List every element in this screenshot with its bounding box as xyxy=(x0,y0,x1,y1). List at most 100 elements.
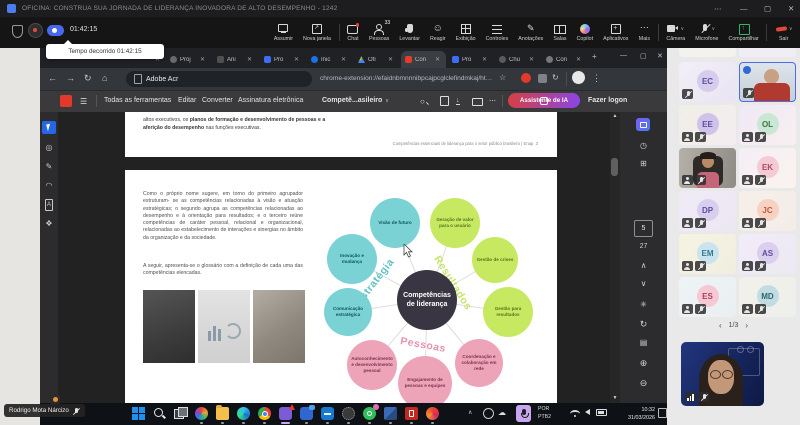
pdf-scrollbar[interactable] xyxy=(610,112,620,403)
participant-tile[interactable]: JC xyxy=(739,191,796,231)
notification-center-icon[interactable] xyxy=(658,408,667,418)
url-text[interactable]: chrome-extension://efaidnbmnnnibpcajpcgl… xyxy=(320,75,494,82)
next-page-chevron[interactable]: › xyxy=(745,321,748,330)
next-page-icon[interactable]: ∨ xyxy=(620,279,667,288)
browser-tab[interactable]: Proj✕ xyxy=(166,51,211,68)
apps-button[interactable]: Aplicativos xyxy=(599,18,633,48)
chrome-minimize-button[interactable]: — xyxy=(620,52,627,59)
copilot-button[interactable]: Copilot xyxy=(572,18,598,48)
browser-tab[interactable]: Con✕ xyxy=(542,51,587,68)
tab-close-icon[interactable]: ✕ xyxy=(388,56,393,63)
participant-tile[interactable]: EK xyxy=(739,148,796,188)
people-button[interactable]: 33Pessoas xyxy=(365,18,394,48)
browser-tab[interactable]: Ofi✕ xyxy=(354,51,399,68)
menu-esign[interactable]: Assinatura eletrônica xyxy=(238,97,303,104)
browser-tab[interactable]: Chu✕ xyxy=(495,51,540,68)
raise-hand-button[interactable]: Levantar xyxy=(395,18,425,48)
thumbnails-grid-icon[interactable]: ⊞ xyxy=(620,159,667,168)
participant-tile[interactable]: AS xyxy=(739,234,796,274)
tab-close-icon[interactable]: ✕ xyxy=(576,56,581,63)
maximize-button[interactable]: ▢ xyxy=(764,4,771,13)
previous-page-chevron[interactable]: ‹ xyxy=(719,321,722,330)
microphone-button[interactable]: ∨Microfone xyxy=(691,18,723,48)
tab-close-icon[interactable]: ✕ xyxy=(200,56,205,63)
clock-datetime[interactable]: 10:32 31/03/2026 xyxy=(611,406,655,422)
download-icon[interactable]: ↓ xyxy=(456,97,460,105)
wifi-icon[interactable] xyxy=(570,410,580,418)
browser-tab[interactable]: Ani✕ xyxy=(213,51,258,68)
extension-chip[interactable]: Adobe Acr xyxy=(126,71,312,87)
controls-button[interactable]: Controles xyxy=(481,18,513,48)
more-button[interactable]: ⋯Mais xyxy=(634,18,655,48)
acrobat-taskbar-icon[interactable] xyxy=(405,407,418,420)
taskbar-search-icon[interactable] xyxy=(153,407,166,420)
highlight-tool[interactable]: ✎ xyxy=(42,160,56,173)
chevron-down-icon[interactable]: ∨ xyxy=(680,26,684,32)
task-view-icon[interactable] xyxy=(174,407,187,420)
tab-close-icon[interactable]: ✕ xyxy=(482,56,487,63)
reload-icon[interactable]: ↻ xyxy=(84,73,92,83)
close-button[interactable]: ✕ xyxy=(788,4,794,13)
battery-icon[interactable] xyxy=(596,409,607,416)
tab-close-icon[interactable]: ✕ xyxy=(529,56,534,63)
menu-edit[interactable]: Editar xyxy=(178,97,196,104)
whatsapp-icon[interactable] xyxy=(363,407,376,420)
minimize-button[interactable]: — xyxy=(740,4,748,13)
participant-tile[interactable]: MD xyxy=(739,277,796,317)
teams-icon[interactable] xyxy=(300,407,313,420)
tab-close-icon[interactable]: ✕ xyxy=(294,56,299,63)
zoom-workplace-icon[interactable] xyxy=(279,407,292,420)
ai-assistant-button[interactable]: Assistente de IA xyxy=(508,93,580,108)
chrome-close-button[interactable]: ✕ xyxy=(657,52,663,60)
bookmark-star-icon[interactable]: ☆ xyxy=(499,73,506,83)
home-icon[interactable]: ⌂ xyxy=(102,73,107,83)
menu-all-tools[interactable]: Todas as ferramentas xyxy=(104,97,171,104)
chevron-down-icon[interactable]: ∨ xyxy=(789,26,793,32)
zoom-out-icon[interactable]: ⊖ xyxy=(620,378,667,389)
extension-icon[interactable] xyxy=(538,74,547,83)
select-tool[interactable] xyxy=(42,121,56,134)
self-view-tile[interactable] xyxy=(681,342,764,406)
tab-close-icon[interactable]: ✕ xyxy=(247,56,252,63)
onenote-app-icon[interactable] xyxy=(384,407,397,420)
participant-tile[interactable]: EM xyxy=(679,234,736,274)
scrollbar-thumb[interactable] xyxy=(611,158,618,176)
stamp-tool[interactable]: ❖ xyxy=(42,217,56,230)
search-icon[interactable]: ○ xyxy=(420,97,425,106)
acrobat-extension-icon[interactable] xyxy=(521,73,531,83)
annotations-button[interactable]: ✎Anotações xyxy=(514,18,548,48)
sync-extension-icon[interactable]: ↻ xyxy=(552,73,559,83)
participant-tile[interactable]: ES xyxy=(679,277,736,317)
participant-video-tile[interactable] xyxy=(739,62,796,102)
participant-tile[interactable]: EC xyxy=(679,62,736,102)
toolbar-more-icon[interactable]: ⋯ xyxy=(489,97,496,105)
tray-app-icon[interactable] xyxy=(483,408,494,419)
menu-convert[interactable]: Converter xyxy=(202,97,233,104)
titlebar-more-icon[interactable]: ⋯ xyxy=(714,4,722,13)
assume-button[interactable]: Assumir xyxy=(269,18,297,48)
record-button[interactable] xyxy=(28,23,43,38)
chrome-maximize-button[interactable]: ▢ xyxy=(640,52,647,60)
browser-tab[interactable]: Pro✕ xyxy=(448,51,493,68)
onedrive-cloud-icon[interactable]: ☁ xyxy=(498,408,506,417)
history-clock-icon[interactable]: ◷ xyxy=(620,141,667,150)
view-settings-icon[interactable]: ✳ xyxy=(620,300,667,309)
do-not-disturb-app-icon[interactable] xyxy=(321,407,334,420)
copy-icon[interactable] xyxy=(440,96,449,106)
text-box-tool[interactable]: A xyxy=(42,198,56,211)
camera-button[interactable]: ∨Câmera xyxy=(662,18,690,48)
participant-tile[interactable]: EE xyxy=(679,105,736,145)
acrobat-nav-icon[interactable]: ☰ xyxy=(80,97,87,106)
print-icon[interactable] xyxy=(472,98,483,106)
language-indicator[interactable]: PORPTB2 xyxy=(538,406,551,422)
profile-avatar[interactable] xyxy=(572,71,585,84)
sign-in-link[interactable]: Fazer logon xyxy=(588,97,627,104)
browser-menu-icon[interactable]: ⋮ xyxy=(592,73,601,83)
tab-close-icon[interactable]: ✕ xyxy=(435,56,440,63)
new-tab-button[interactable]: + xyxy=(592,52,597,61)
browser-tab[interactable]: Pro✕ xyxy=(260,51,305,68)
browser-tab-active[interactable]: Con✕ xyxy=(401,51,446,68)
chevron-down-icon[interactable]: ∨ xyxy=(712,26,716,32)
zoom-in-icon[interactable]: ⊕ xyxy=(620,358,667,369)
participant-tile[interactable]: OL xyxy=(739,105,796,145)
